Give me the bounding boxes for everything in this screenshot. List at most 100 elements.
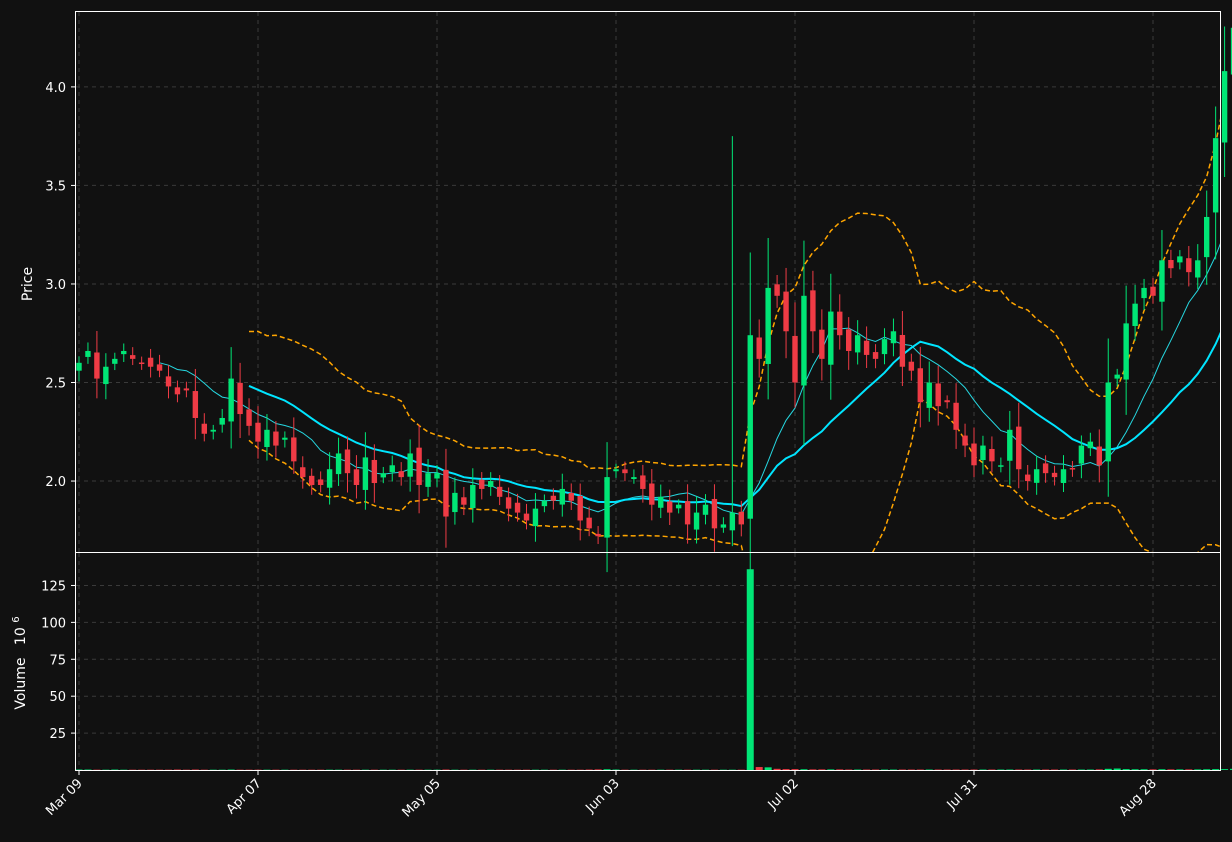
candle-body xyxy=(514,502,521,513)
volume-bar xyxy=(1185,769,1193,770)
candle-body xyxy=(523,513,530,521)
candle-body xyxy=(559,488,565,505)
candle-body xyxy=(756,337,762,359)
volume-bar xyxy=(585,769,593,771)
candle-body xyxy=(819,329,825,359)
candle-body xyxy=(416,447,422,485)
candle-body xyxy=(693,512,700,530)
candle-body xyxy=(711,498,718,529)
volume-axis-label-text: Volume xyxy=(13,658,29,710)
price-tick-label: 2.0 xyxy=(45,475,66,490)
candle-body xyxy=(541,500,548,507)
volume-bar xyxy=(1104,768,1112,770)
volume-bar xyxy=(442,769,450,771)
candle-body xyxy=(425,473,431,487)
volume-axis-label: Volume 10 6 xyxy=(11,616,29,709)
volume-bar xyxy=(612,769,620,771)
candle-body xyxy=(291,437,297,462)
volume-tick-label: 50 xyxy=(49,690,66,705)
candle-body xyxy=(846,329,852,351)
volume-bar xyxy=(988,769,996,771)
candle-body xyxy=(801,295,807,386)
candle-body xyxy=(738,511,744,525)
candle-body xyxy=(1042,463,1049,474)
volume-tick-label: 75 xyxy=(49,653,66,668)
volume-bar xyxy=(1033,769,1041,771)
candle-body xyxy=(828,311,834,365)
volume-bar xyxy=(791,769,799,770)
volume-bar xyxy=(943,769,951,771)
candle-body xyxy=(783,291,789,332)
candle-body xyxy=(210,429,216,432)
volume-bar xyxy=(961,769,969,771)
volume-bar xyxy=(1095,769,1103,770)
volume-bar xyxy=(925,769,933,771)
candle-body xyxy=(461,497,467,505)
candle-body xyxy=(980,445,986,461)
candle-body xyxy=(890,331,897,344)
volume-bar xyxy=(227,769,235,771)
candle-body xyxy=(640,475,646,489)
candle-body xyxy=(130,355,136,359)
candle-body xyxy=(183,388,190,391)
candle-body xyxy=(309,475,315,485)
candle-body xyxy=(317,479,324,485)
candle-body xyxy=(917,368,923,403)
volume-bar xyxy=(1113,768,1121,770)
candle-body xyxy=(1087,441,1094,449)
candle-body xyxy=(899,334,906,367)
candle-body xyxy=(1033,469,1040,483)
candle-body xyxy=(496,486,503,497)
candle-body xyxy=(1114,374,1120,379)
candle-body xyxy=(747,335,753,519)
candle-body xyxy=(138,362,145,365)
candle-body xyxy=(1025,474,1031,482)
volume-tick-label: 100 xyxy=(41,616,66,631)
candle-body xyxy=(407,453,413,477)
candle-body xyxy=(631,477,637,480)
candle-body xyxy=(998,465,1004,467)
candle-body xyxy=(1212,138,1219,213)
volume-bar xyxy=(872,769,880,771)
candle-body xyxy=(282,437,288,440)
price-tick-label: 3.0 xyxy=(45,278,66,293)
volume-bar xyxy=(1194,769,1202,770)
candle-body xyxy=(1105,382,1111,462)
candle-body xyxy=(622,469,628,474)
candle-body xyxy=(246,409,252,426)
candle-body xyxy=(649,483,655,505)
candle-body xyxy=(147,357,154,367)
candle-body xyxy=(1195,260,1201,278)
candle-body xyxy=(398,471,404,478)
candle-body xyxy=(1016,426,1022,470)
volume-bar xyxy=(75,769,83,771)
candle-body xyxy=(488,481,494,487)
candle-body xyxy=(85,350,91,357)
candle-body xyxy=(165,376,172,387)
volume-bar xyxy=(854,769,862,771)
volume-bar xyxy=(845,769,853,771)
candle-body xyxy=(854,335,861,353)
volume-bar xyxy=(111,769,119,771)
candle-body xyxy=(380,473,386,478)
volume-bar xyxy=(603,769,611,770)
candle-body xyxy=(532,508,539,527)
volume-axis-exponent-power: 6 xyxy=(11,616,22,622)
candle-body xyxy=(604,477,610,538)
candle-body xyxy=(881,339,888,355)
candle-body xyxy=(613,469,619,472)
candle-body xyxy=(94,352,100,379)
volume-bar xyxy=(1051,769,1059,771)
candle-body xyxy=(228,378,234,422)
volume-bar xyxy=(1158,769,1166,770)
candle-body xyxy=(774,284,780,296)
volume-bar xyxy=(1167,769,1175,770)
candle-body xyxy=(953,402,959,430)
candle-body xyxy=(595,533,601,537)
volume-bar xyxy=(1006,769,1014,771)
volume-bar xyxy=(1015,769,1023,771)
candle-body xyxy=(837,311,843,336)
volume-axis-exponent-base: 10 xyxy=(13,627,29,645)
volume-bar xyxy=(863,769,871,771)
volume-tick-label: 125 xyxy=(41,579,66,594)
